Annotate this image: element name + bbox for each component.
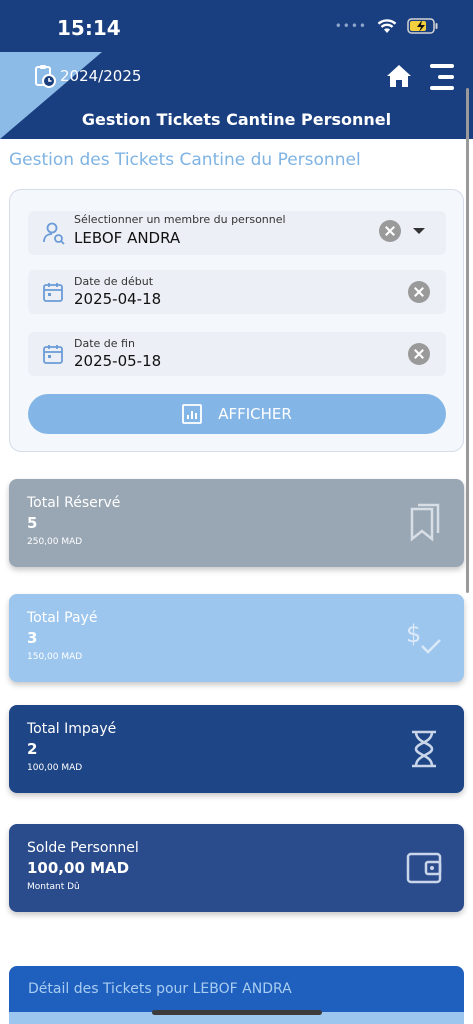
stat-title: Solde Personnel (27, 840, 139, 856)
stat-card-solde: Solde Personnel 100,00 MAD Montant Dû (9, 824, 464, 912)
user-search-icon (43, 222, 65, 245)
app-header: 15:14 •••• 2024/2025 Gestion Tickets Can… (0, 0, 473, 139)
staff-select-value: LEBOF ANDRA (74, 229, 181, 247)
scrollbar[interactable] (466, 88, 469, 593)
start-date-field[interactable]: Date de début 2025-04-18 (28, 270, 446, 314)
report-icon (182, 404, 203, 424)
signal-icon: •••• (334, 19, 367, 33)
end-date-field[interactable]: Date de fin 2025-05-18 (28, 332, 446, 376)
stat-amount: 150,00 MAD (27, 652, 83, 662)
clear-staff-icon[interactable] (379, 220, 401, 242)
stat-value: 5 (27, 514, 38, 532)
start-date-value: 2025-04-18 (74, 290, 162, 308)
afficher-button-label: AFFICHER (218, 405, 292, 423)
wifi-icon (377, 19, 397, 33)
calendar-icon (43, 283, 63, 302)
ticket-detail-title: Détail des Tickets pour LEBOF ANDRA (28, 981, 292, 997)
stat-value: 100,00 MAD (27, 859, 130, 877)
stat-amount: 250,00 MAD (27, 537, 83, 547)
calendar-icon (43, 345, 63, 364)
stat-title: Total Impayé (27, 721, 117, 737)
stat-card-impaye: Total Impayé 2 100,00 MAD (9, 705, 464, 793)
clear-start-date-icon[interactable] (408, 281, 430, 303)
stat-amount: 100,00 MAD (27, 763, 83, 773)
home-icon[interactable] (386, 63, 412, 89)
stat-title: Total Payé (27, 610, 98, 626)
clipboard-clock-icon (35, 65, 56, 88)
afficher-button[interactable]: AFFICHER (28, 394, 446, 434)
battery-icon (407, 18, 438, 34)
dollar-check-icon: $ (406, 620, 441, 654)
staff-select-label: Sélectionner un membre du personnel (74, 213, 286, 226)
school-year-label: 2024/2025 (60, 67, 142, 85)
end-date-label: Date de fin (74, 337, 135, 350)
wallet-icon (406, 852, 442, 884)
status-icons: •••• (335, 18, 439, 34)
status-time: 15:14 (57, 16, 121, 40)
stat-caption: Montant Dû (27, 882, 80, 892)
chevron-down-icon[interactable] (413, 228, 425, 234)
page-title: Gestion des Tickets Cantine du Personnel (9, 150, 361, 170)
svg-text:$: $ (406, 620, 421, 648)
clear-end-date-icon[interactable] (408, 343, 430, 365)
menu-icon[interactable] (426, 62, 456, 92)
hourglass-icon (412, 730, 436, 768)
ticket-detail-header: Détail des Tickets pour LEBOF ANDRA (9, 966, 464, 1024)
bookmarks-icon (410, 503, 440, 542)
start-date-label: Date de début (74, 275, 154, 288)
end-date-value: 2025-05-18 (74, 352, 162, 370)
stat-card-reserve: Total Réservé 5 250,00 MAD (9, 479, 464, 567)
stat-card-paye: Total Payé 3 150,00 MAD $ (9, 594, 464, 682)
stat-value: 3 (27, 629, 38, 647)
home-indicator[interactable] (152, 1010, 322, 1015)
school-year[interactable]: 2024/2025 (34, 64, 141, 88)
header-title: Gestion Tickets Cantine Personnel (81, 110, 392, 129)
staff-select[interactable]: Sélectionner un membre du personnel LEBO… (28, 211, 446, 255)
filter-card: Sélectionner un membre du personnel LEBO… (9, 189, 464, 452)
stat-title: Total Réservé (27, 495, 121, 511)
stat-value: 2 (27, 740, 38, 758)
